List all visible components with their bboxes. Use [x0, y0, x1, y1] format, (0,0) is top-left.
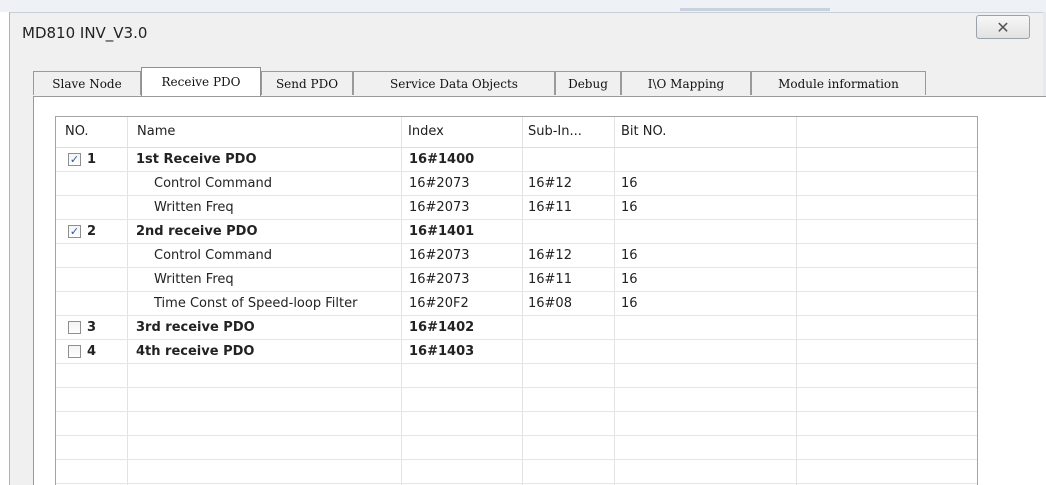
subindex-cell: 16#12 — [528, 248, 572, 263]
subindex-cell: 16#08 — [528, 296, 572, 311]
tab-module-information[interactable]: Module information — [751, 71, 926, 95]
name-cell: Written Freq — [154, 272, 234, 287]
pdo-entry-row[interactable]: Written Freq 16#2073 16#11 16 — [56, 196, 977, 220]
empty-row — [56, 436, 977, 460]
name-cell: 4th receive PDO — [136, 344, 255, 359]
tab-receive-pdo[interactable]: Receive PDO — [141, 67, 261, 96]
index-cell: 16#1402 — [409, 320, 475, 335]
checkbox-icon[interactable]: ✓ — [68, 153, 81, 166]
index-cell: 16#1400 — [409, 152, 475, 167]
pdo-entry-row[interactable]: Written Freq 16#2073 16#11 16 — [56, 268, 977, 292]
bit-no-cell: 16 — [621, 296, 638, 311]
pdo-number: 2 — [87, 224, 97, 239]
pdo-number: 4 — [87, 344, 97, 359]
index-cell: 16#1401 — [409, 224, 475, 239]
name-cell: 2nd receive PDO — [136, 224, 258, 239]
table-header: NO. Name Index Sub-In... Bit NO. — [56, 117, 977, 148]
pdo-entry-row[interactable]: Time Const of Speed-loop Filter 16#20F2 16… — [56, 292, 977, 316]
column-header-subindex[interactable]: Sub-In... — [528, 117, 582, 147]
close-icon: ✕ — [996, 17, 1010, 37]
empty-row — [56, 460, 977, 484]
tab-service-data-objects[interactable]: Service Data Objects — [353, 71, 555, 95]
index-cell: 16#2073 — [409, 176, 470, 191]
index-cell: 16#2073 — [409, 248, 470, 263]
name-cell: 3rd receive PDO — [136, 320, 255, 335]
taskbar-segment — [680, 8, 830, 11]
empty-row — [56, 412, 977, 436]
close-button[interactable]: ✕ — [976, 15, 1030, 39]
pdo-number: 1 — [87, 152, 97, 167]
column-header-name[interactable]: Name — [137, 117, 175, 147]
checkbox-icon[interactable] — [68, 345, 81, 358]
empty-row — [56, 364, 977, 388]
pdo-entry-row[interactable]: Control Command 16#2073 16#12 16 — [56, 244, 977, 268]
tab-debug[interactable]: Debug — [555, 71, 621, 95]
column-header-index[interactable]: Index — [408, 117, 444, 147]
checkbox-icon[interactable]: ✓ — [68, 225, 81, 238]
index-cell: 16#20F2 — [409, 296, 469, 311]
name-cell: 1st Receive PDO — [136, 152, 257, 167]
window-title: MD810 INV_V3.0 — [22, 24, 148, 42]
bit-no-cell: 16 — [621, 272, 638, 287]
pdo-number: 3 — [87, 320, 97, 335]
index-cell: 16#1403 — [409, 344, 475, 359]
index-cell: 16#2073 — [409, 272, 470, 287]
column-header-bit-no[interactable]: Bit NO. — [621, 117, 666, 147]
index-cell: 16#2073 — [409, 200, 470, 215]
pdo-row[interactable]: 4 4th receive PDO 16#1403 — [56, 340, 977, 364]
subindex-cell: 16#11 — [528, 272, 572, 287]
bit-no-cell: 16 — [621, 248, 638, 263]
name-cell: Control Command — [154, 176, 272, 191]
tab-io-mapping[interactable]: I\O Mapping — [621, 71, 751, 95]
subindex-cell: 16#11 — [528, 200, 572, 215]
column-header-no[interactable]: NO. — [65, 117, 89, 147]
name-cell: Time Const of Speed-loop Filter — [154, 296, 358, 311]
subindex-cell: 16#12 — [528, 176, 572, 191]
name-cell: Written Freq — [154, 200, 234, 215]
bit-no-cell: 16 — [621, 176, 638, 191]
pdo-entry-row[interactable]: Control Command 16#2073 16#12 16 — [56, 172, 977, 196]
bit-no-cell: 16 — [621, 200, 638, 215]
empty-row — [56, 388, 977, 412]
pdo-table[interactable]: NO. Name Index Sub-In... Bit NO. ✓ 1 1st R… — [55, 116, 978, 485]
name-cell: Control Command — [154, 248, 272, 263]
pdo-row[interactable]: ✓ 1 1st Receive PDO 16#1400 — [56, 148, 977, 172]
checkbox-icon[interactable] — [68, 321, 81, 334]
pdo-row[interactable]: ✓ 2 2nd receive PDO 16#1401 — [56, 220, 977, 244]
tab-send-pdo[interactable]: Send PDO — [261, 71, 353, 95]
pdo-row[interactable]: 3 3rd receive PDO 16#1402 — [56, 316, 977, 340]
tab-slave-node[interactable]: Slave Node — [33, 71, 141, 95]
desktop-strip — [0, 0, 1046, 12]
